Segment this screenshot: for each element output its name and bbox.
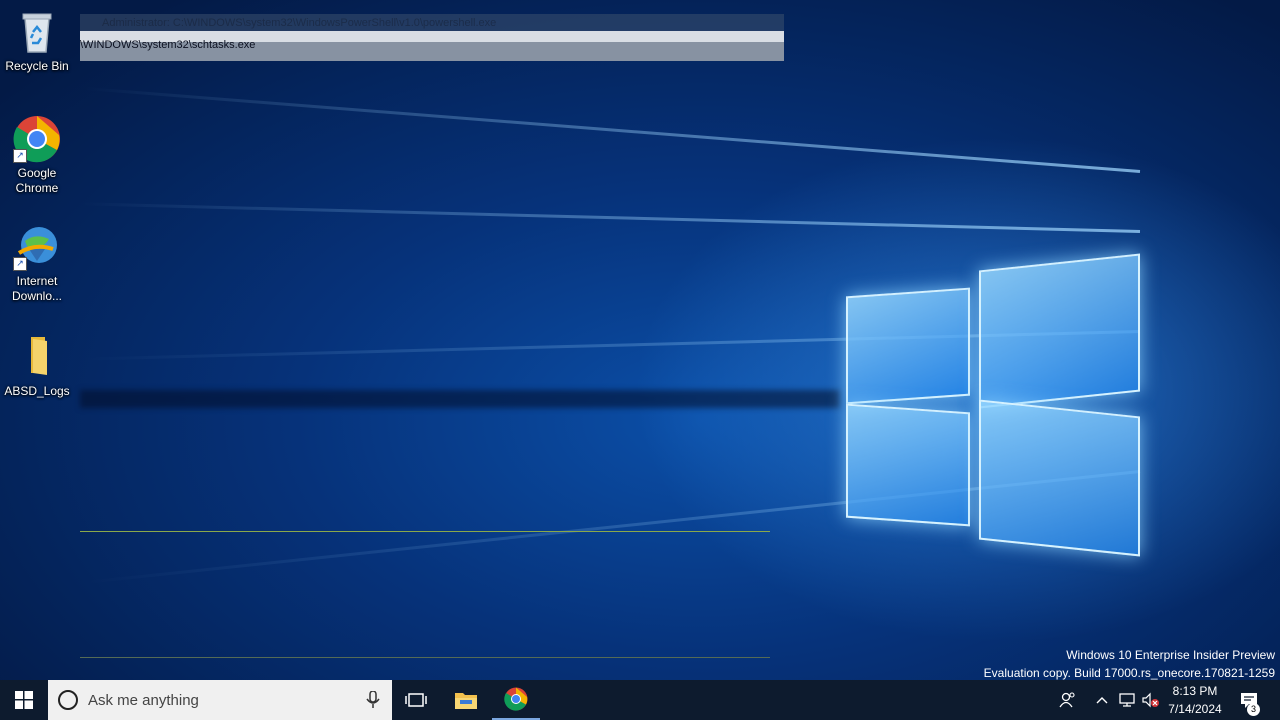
logo-pane (846, 287, 970, 405)
powershell-window-titlebar[interactable]: Administrator: C:\WINDOWS\system32\Windo… (80, 14, 784, 32)
file-explorer-icon (455, 693, 477, 709)
windows-logo (0, 0, 1280, 680)
watermark-edition: Windows 10 Enterprise Insider Preview (1066, 648, 1275, 662)
windows-start-icon (15, 691, 33, 709)
logo-pane (979, 253, 1140, 409)
task-view-icon (405, 693, 427, 707)
notification-count-badge: 3 (1247, 703, 1260, 716)
volume-button[interactable] (1140, 680, 1162, 720)
microphone-icon[interactable] (366, 691, 380, 709)
people-icon (1059, 692, 1075, 708)
desktop-icon-label: Recycle Bin (5, 59, 69, 73)
desktop-icon-google-chrome[interactable]: ↗ Google Chrome (0, 115, 74, 196)
task-view-button[interactable] (392, 680, 440, 720)
folder-icon (13, 333, 61, 381)
desktop-icon-absd-logs[interactable]: ABSD_Logs (0, 333, 74, 399)
taskbar-clock[interactable]: 8:13 PM 7/14/2024 (1160, 682, 1230, 718)
chrome-taskbar-button[interactable] (492, 680, 540, 720)
recycle-bin-icon (13, 8, 61, 56)
powershell-title-text: Administrator: C:\WINDOWS\system32\Windo… (102, 17, 497, 29)
desktop-icon-recycle-bin[interactable]: Recycle Bin (0, 8, 74, 74)
window-edge-line (80, 657, 770, 658)
cortana-icon (58, 690, 78, 710)
clock-time: 8:13 PM (1172, 684, 1218, 698)
file-explorer-button[interactable] (442, 680, 490, 720)
shortcut-arrow-icon: ↗ (13, 257, 27, 271)
window-edge-line (80, 531, 770, 532)
shortcut-arrow-icon: ↗ (13, 149, 27, 163)
chrome-icon: ↗ (13, 115, 61, 163)
network-button[interactable] (1116, 680, 1138, 720)
people-button[interactable] (1054, 680, 1082, 720)
desktop-icon-label: ABSD_Logs (4, 384, 70, 398)
taskbar: Ask me anything 8:13 PM 7/14/2024 3 (0, 680, 1280, 720)
search-placeholder: Ask me anything (88, 692, 199, 709)
schtasks-path-text: \WINDOWS\system32\schtasks.exe (80, 39, 256, 51)
desktop-icon-internet-download-manager[interactable]: ↗ Internet Downlo... (0, 223, 74, 304)
desktop-icon-label: Chrome (15, 181, 59, 195)
desktop-icon-label: Downlo... (11, 289, 63, 303)
start-button[interactable] (0, 680, 48, 720)
network-icon (1119, 693, 1135, 707)
schtasks-window[interactable]: \WINDOWS\system32\schtasks.exe (80, 31, 784, 61)
clock-date: 7/14/2024 (1168, 702, 1222, 716)
show-hidden-icons-button[interactable] (1092, 680, 1112, 720)
desktop-icon-label: Google (17, 166, 57, 180)
watermark-build: Evaluation copy. Build 17000.rs_onecore.… (983, 666, 1275, 680)
logo-pane (846, 403, 970, 527)
desktop-icon-label: Internet (16, 274, 58, 288)
windows-watermark: Windows 10 Enterprise Insider Preview Ev… (984, 646, 1275, 680)
volume-muted-icon (1142, 692, 1159, 708)
cortana-search-box[interactable]: Ask me anything (48, 680, 392, 720)
desktop-background: Recycle Bin ↗ Google Chrome ↗ Internet D… (0, 0, 1280, 680)
chevron-up-icon (1096, 697, 1108, 704)
internet-download-manager-icon: ↗ (13, 223, 61, 271)
logo-pane (979, 399, 1140, 557)
chrome-icon (504, 687, 528, 711)
